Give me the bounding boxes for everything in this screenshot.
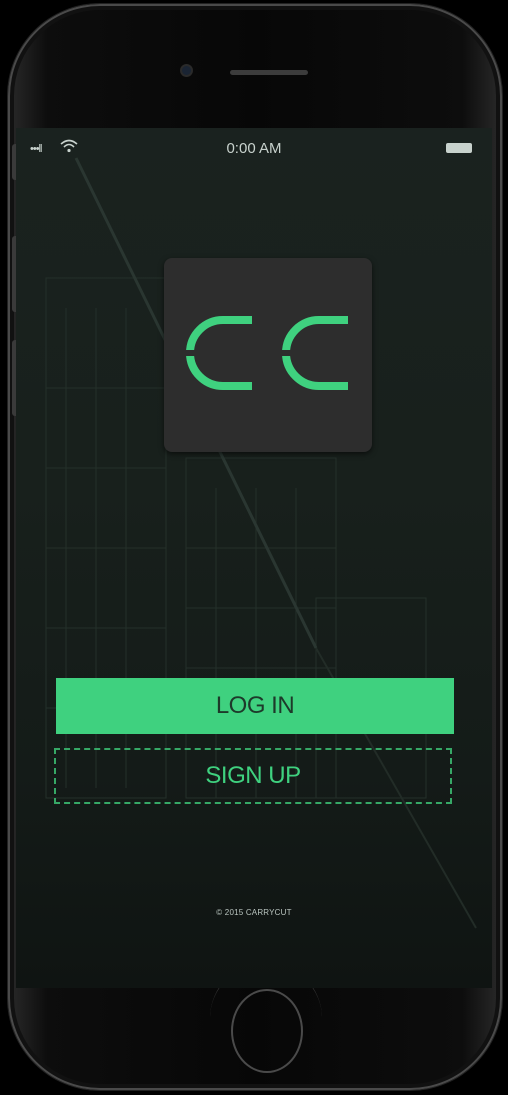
cc-logo-icon: [182, 316, 348, 390]
background-building-image: [45, 157, 477, 929]
battery-icon: [446, 143, 472, 153]
login-button[interactable]: LOG IN: [56, 678, 454, 734]
app-screen: •••ll 0:00 AM LOG IN SIGN UP © 2015 CARR…: [16, 128, 492, 988]
front-camera: [182, 66, 191, 75]
signup-button[interactable]: SIGN UP: [54, 748, 452, 804]
app-logo: [164, 258, 372, 452]
status-time: 0:00 AM: [226, 140, 282, 157]
status-bar: •••ll 0:00 AM: [16, 128, 492, 168]
earpiece-speaker: [230, 70, 308, 75]
copyright-text: © 2015 CARRYCUT: [216, 908, 292, 917]
home-button[interactable]: [231, 989, 303, 1073]
